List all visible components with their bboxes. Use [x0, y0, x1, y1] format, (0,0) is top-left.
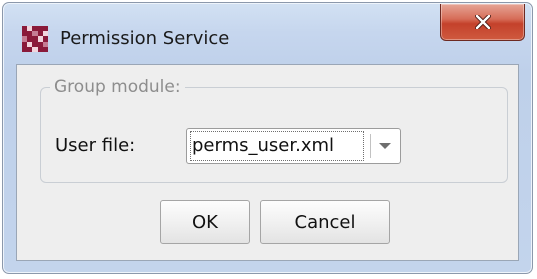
- ok-button[interactable]: OK: [160, 200, 250, 244]
- cancel-button[interactable]: Cancel: [260, 200, 390, 244]
- group-module-legend: Group module:: [50, 76, 185, 98]
- user-file-select[interactable]: perms_user.xml: [186, 128, 401, 164]
- select-divider: [370, 134, 371, 158]
- close-icon: [474, 15, 491, 29]
- user-file-selected-value[interactable]: perms_user.xml: [190, 131, 364, 161]
- app-logo-icon: [22, 26, 48, 52]
- dialog-content: Group module: User file: perms_user.xml …: [16, 64, 519, 261]
- group-module-panel: Group module: User file: perms_user.xml: [40, 76, 508, 183]
- window-title: Permission Service: [60, 28, 230, 49]
- dialog-window: Permission Service Group module: User fi…: [2, 2, 533, 274]
- chevron-down-icon[interactable]: [375, 138, 395, 154]
- user-file-label: User file:: [55, 135, 136, 156]
- close-button[interactable]: [440, 4, 525, 41]
